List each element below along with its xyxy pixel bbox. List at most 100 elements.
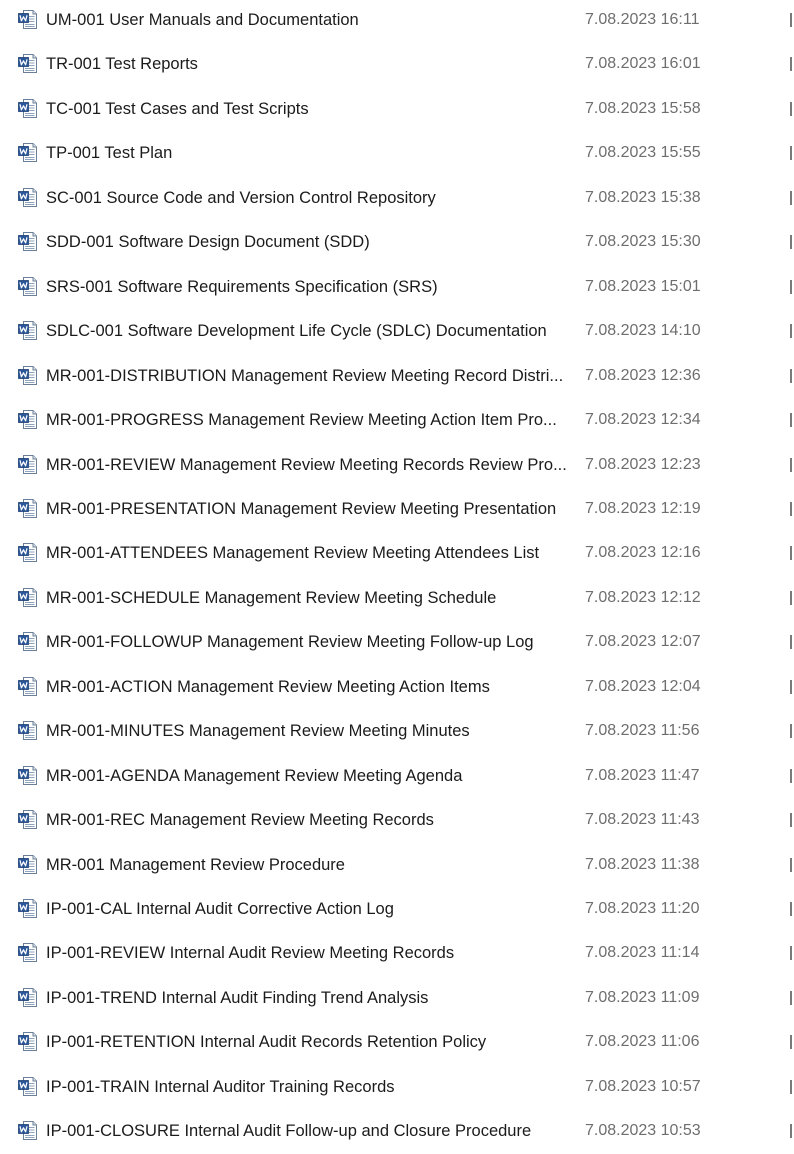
file-row[interactable]: SC-001 Source Code and Version Control R… (0, 177, 794, 221)
type-column-cutoff (790, 324, 792, 339)
type-column-cutoff (790, 546, 792, 561)
type-column-cutoff (790, 768, 792, 783)
type-column-cutoff (790, 457, 792, 472)
file-date-modified: 7.08.2023 11:14 (585, 944, 700, 962)
file-name: MR-001-MINUTES Management Review Meeting… (46, 722, 470, 741)
file-date-modified: 7.08.2023 11:38 (585, 855, 700, 873)
file-date-modified: 7.08.2023 16:01 (585, 55, 701, 73)
type-column-cutoff (790, 724, 792, 739)
file-row[interactable]: MR-001-AGENDA Management Review Meeting … (0, 755, 794, 799)
type-column-cutoff (790, 1079, 792, 1094)
file-date-modified: 7.08.2023 16:11 (585, 11, 700, 28)
file-row[interactable]: IP-001-TREND Internal Audit Finding Tren… (0, 977, 794, 1021)
file-date-modified: 7.08.2023 14:10 (585, 322, 701, 340)
word-document-icon (17, 987, 38, 1008)
word-document-icon (17, 765, 38, 786)
file-row[interactable]: SDD-001 Software Design Document (SDD) 7… (0, 221, 794, 265)
type-column-cutoff (790, 279, 792, 294)
file-name: TR-001 Test Reports (46, 55, 198, 74)
file-date-modified: 7.08.2023 15:01 (585, 277, 701, 295)
file-row[interactable]: MR-001-SCHEDULE Management Review Meetin… (0, 577, 794, 621)
file-name: IP-001-TREND Internal Audit Finding Tren… (46, 988, 429, 1007)
file-row[interactable]: TC-001 Test Cases and Test Scripts 7.08.… (0, 88, 794, 132)
file-date-modified: 7.08.2023 12:07 (585, 633, 701, 651)
file-row[interactable]: IP-001-TRAIN Internal Auditor Training R… (0, 1066, 794, 1110)
file-row[interactable]: MR-001-ATTENDEES Management Review Meeti… (0, 532, 794, 576)
file-row[interactable]: MR-001-FOLLOWUP Management Review Meetin… (0, 621, 794, 665)
type-column-cutoff (790, 13, 792, 27)
file-name: SDLC-001 Software Development Life Cycle… (46, 322, 547, 341)
file-row[interactable]: IP-001-CAL Internal Audit Corrective Act… (0, 888, 794, 932)
file-row[interactable]: MR-001-PRESENTATION Management Review Me… (0, 488, 794, 532)
file-date-modified: 7.08.2023 11:56 (585, 722, 700, 740)
type-column-cutoff (790, 190, 792, 205)
word-document-icon (17, 676, 38, 697)
file-date-modified: 7.08.2023 11:06 (585, 1033, 700, 1051)
word-document-icon (17, 1120, 38, 1141)
type-column-cutoff (790, 635, 792, 650)
type-column-cutoff (790, 368, 792, 383)
file-date-modified: 7.08.2023 10:53 (585, 1122, 701, 1140)
file-list: UM-001 User Manuals and Documentation 7.… (0, 0, 794, 1144)
word-document-icon (17, 187, 38, 208)
word-document-icon (17, 809, 38, 830)
word-document-icon (17, 53, 38, 74)
type-column-cutoff (790, 679, 792, 694)
type-column-cutoff (790, 235, 792, 250)
word-document-icon (17, 365, 38, 386)
file-row[interactable]: SDLC-001 Software Development Life Cycle… (0, 310, 794, 354)
file-row[interactable]: TR-001 Test Reports 7.08.2023 16:01 (0, 43, 794, 87)
file-name: MR-001-PROGRESS Management Review Meetin… (46, 411, 557, 430)
word-document-icon (17, 276, 38, 297)
file-row[interactable]: IP-001-RETENTION Internal Audit Records … (0, 1021, 794, 1065)
file-name: IP-001-RETENTION Internal Audit Records … (46, 1033, 487, 1052)
file-date-modified: 7.08.2023 12:04 (585, 677, 701, 695)
file-date-modified: 7.08.2023 11:09 (585, 988, 700, 1006)
type-column-cutoff (790, 413, 792, 428)
type-column-cutoff (790, 101, 792, 116)
file-name: IP-001-CAL Internal Audit Corrective Act… (46, 900, 394, 918)
file-row[interactable]: MR-001-ACTION Management Review Meeting … (0, 666, 794, 710)
word-document-icon (17, 587, 38, 608)
word-document-icon (17, 409, 38, 430)
file-row[interactable]: MR-001-REVIEW Management Review Meeting … (0, 444, 794, 488)
type-column-cutoff (790, 501, 792, 516)
word-document-icon (17, 498, 38, 519)
file-name: MR-001-REC Management Review Meeting Rec… (46, 811, 434, 830)
file-name: IP-001-CLOSURE Internal Audit Follow-up … (46, 1122, 532, 1141)
file-row[interactable]: TP-001 Test Plan 7.08.2023 15:55 (0, 132, 794, 176)
file-date-modified: 7.08.2023 15:58 (585, 99, 701, 117)
file-date-modified: 7.08.2023 12:23 (585, 455, 701, 473)
file-date-modified: 7.08.2023 15:55 (585, 144, 701, 162)
type-column-cutoff (790, 146, 792, 161)
file-name: UM-001 User Manuals and Documentation (46, 11, 359, 29)
file-date-modified: 7.08.2023 15:30 (585, 233, 701, 251)
file-name: MR-001-REVIEW Management Review Meeting … (46, 455, 567, 474)
file-date-modified: 7.08.2023 11:43 (585, 811, 700, 829)
file-date-modified: 7.08.2023 15:38 (585, 188, 701, 206)
file-date-modified: 7.08.2023 11:20 (585, 900, 700, 917)
type-column-cutoff (790, 857, 792, 872)
file-name: MR-001-PRESENTATION Management Review Me… (46, 499, 557, 518)
file-row[interactable]: MR-001-DISTRIBUTION Management Review Me… (0, 355, 794, 399)
file-name: SDD-001 Software Design Document (SDD) (46, 233, 370, 252)
word-document-icon (17, 942, 38, 963)
file-name: TP-001 Test Plan (46, 144, 173, 163)
file-row[interactable]: MR-001 Management Review Procedure 7.08.… (0, 844, 794, 888)
file-name: IP-001-REVIEW Internal Audit Review Meet… (46, 944, 455, 963)
file-row[interactable]: IP-001-CLOSURE Internal Audit Follow-up … (0, 1110, 794, 1154)
type-column-cutoff (790, 990, 792, 1005)
type-column-cutoff (790, 1124, 792, 1139)
file-row[interactable]: MR-001-PROGRESS Management Review Meetin… (0, 399, 794, 443)
file-row[interactable]: MR-001-MINUTES Management Review Meeting… (0, 710, 794, 754)
type-column-cutoff (790, 902, 792, 916)
file-row[interactable]: MR-001-REC Management Review Meeting Rec… (0, 799, 794, 843)
file-row[interactable]: SRS-001 Software Requirements Specificat… (0, 266, 794, 310)
file-date-modified: 7.08.2023 12:12 (585, 588, 701, 606)
word-document-icon (17, 1076, 38, 1097)
type-column-cutoff (790, 590, 792, 605)
file-row[interactable]: UM-001 User Manuals and Documentation 7.… (0, 0, 794, 43)
file-date-modified: 7.08.2023 11:47 (585, 766, 700, 784)
word-document-icon (17, 142, 38, 163)
file-row[interactable]: IP-001-REVIEW Internal Audit Review Meet… (0, 932, 794, 976)
